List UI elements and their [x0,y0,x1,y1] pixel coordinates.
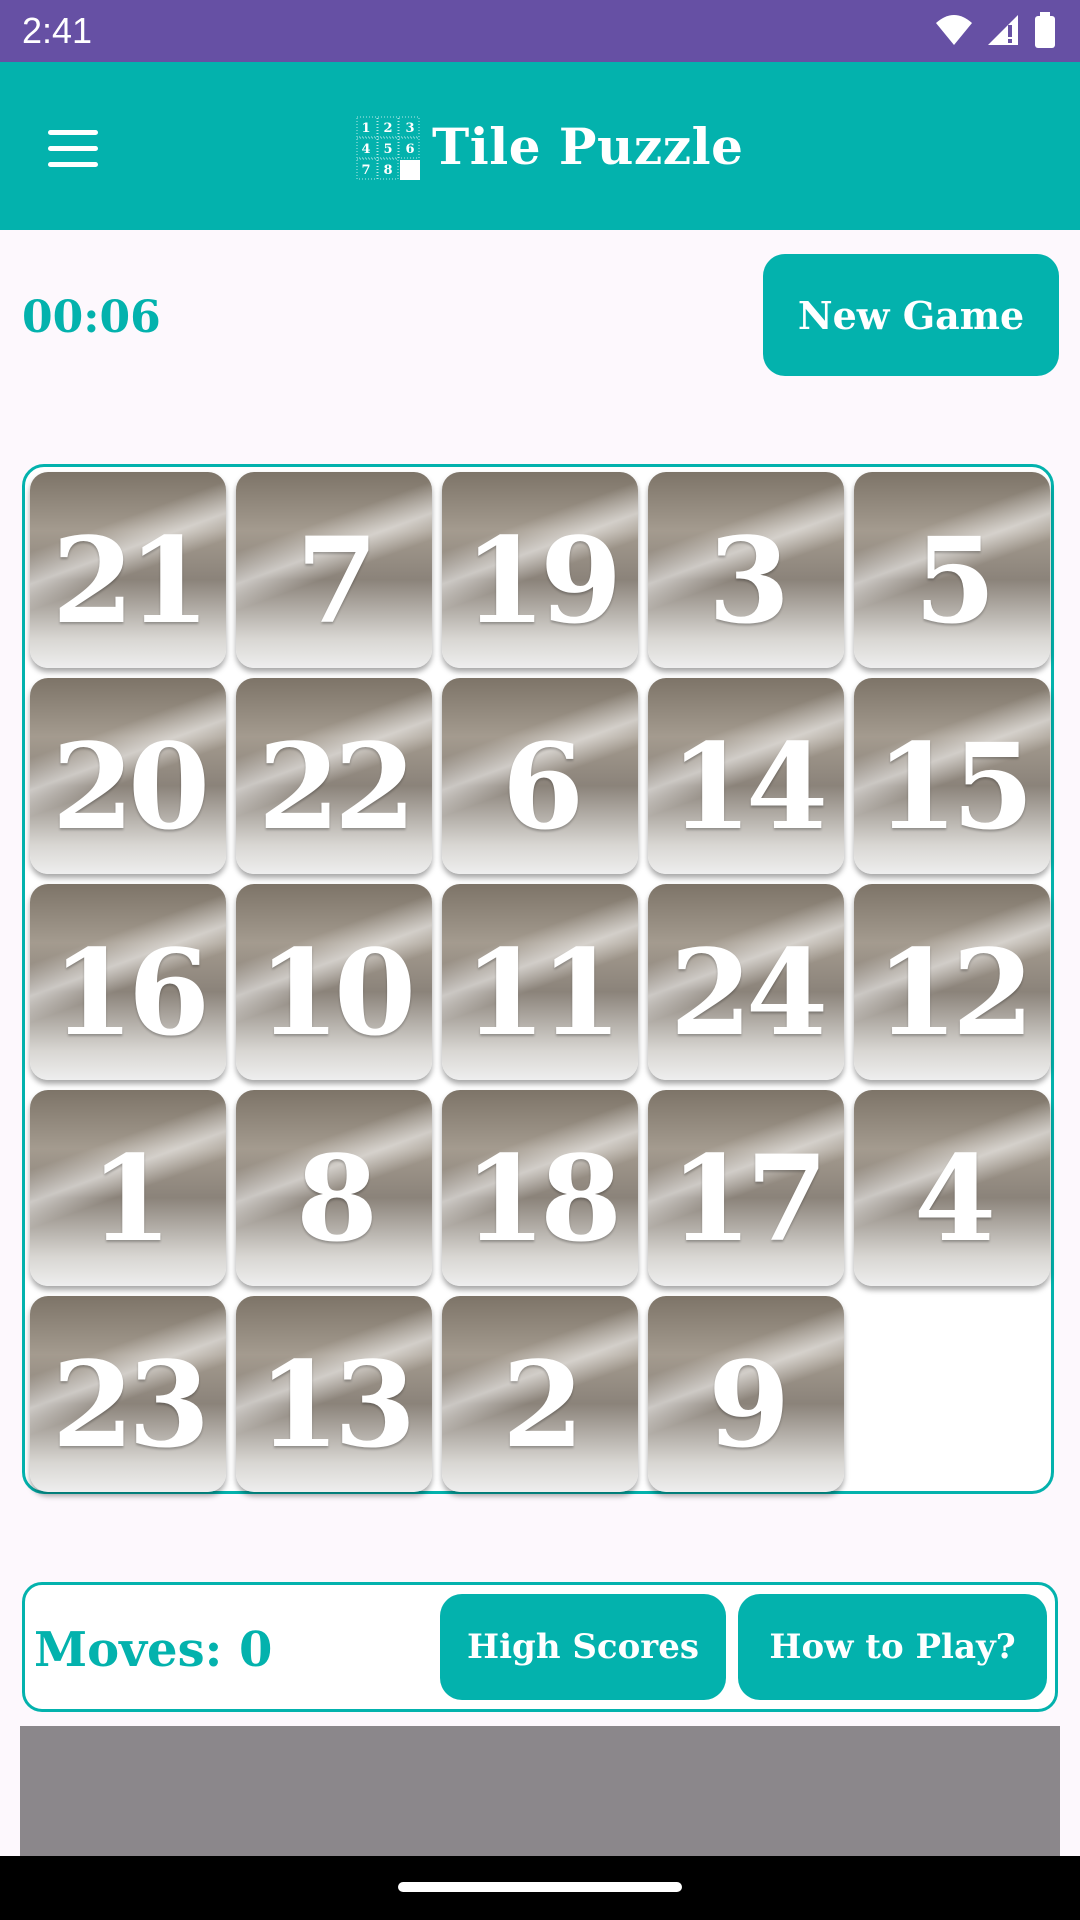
wifi-icon [936,15,972,45]
menu-icon-line [48,161,98,167]
app-title: Tile Puzzle [432,117,744,176]
menu-icon-line [48,129,98,135]
puzzle-tile[interactable]: 18 [442,1090,638,1286]
tile-number: 5 [913,511,996,650]
tile-number: 12 [875,923,1034,1062]
signal-icon [988,15,1018,45]
tile-number: 22 [257,717,416,856]
puzzle-tile[interactable]: 23 [30,1296,226,1492]
menu-button[interactable] [36,118,110,178]
puzzle-tile[interactable]: 15 [854,678,1050,874]
ad-banner-area [20,1726,1060,1856]
tile-number: 3 [707,511,790,650]
tile-number: 7 [295,511,378,650]
puzzle-board: 21 7 19 3 5 20 22 6 14 15 16 10 11 24 12 1 8 18 17 4 23 13 2 9 [22,464,1054,1494]
how-to-play-button[interactable]: How to Play? [738,1594,1047,1700]
puzzle-tile[interactable]: 9 [648,1296,844,1492]
puzzle-tile[interactable]: 2 [442,1296,638,1492]
logo-digit: 2 [383,121,392,136]
puzzle-tile[interactable]: 11 [442,884,638,1080]
logo-digit: 7 [361,163,370,178]
puzzle-tile[interactable]: 19 [442,472,638,668]
tile-number: 8 [295,1129,378,1268]
high-scores-button[interactable]: High Scores [440,1594,726,1700]
puzzle-tile[interactable]: 3 [648,472,844,668]
new-game-button[interactable]: New Game [763,254,1059,376]
puzzle-tile[interactable]: 14 [648,678,844,874]
tile-number: 2 [501,1335,584,1474]
tile-number: 14 [669,717,828,856]
puzzle-tile[interactable]: 17 [648,1090,844,1286]
puzzle-tile[interactable]: 13 [236,1296,432,1492]
logo-digit: 1 [361,121,370,136]
tile-number: 1 [89,1129,172,1268]
tile-number: 9 [707,1335,790,1474]
status-time: 2:41 [22,10,93,51]
tile-number: 16 [51,923,210,1062]
tile-number: 13 [257,1335,416,1474]
menu-icon-line [48,145,98,151]
tile-number: 11 [463,923,622,1062]
tile-number: 15 [875,717,1034,856]
puzzle-tile[interactable]: 1 [30,1090,226,1286]
tile-number: 4 [913,1129,996,1268]
tile-number: 23 [51,1335,210,1474]
tile-number: 17 [669,1129,828,1268]
tile-number: 21 [51,511,210,650]
logo-digit: 4 [361,142,370,157]
puzzle-tile[interactable]: 21 [30,472,226,668]
puzzle-tile[interactable]: 20 [30,678,226,874]
logo-digit: 3 [405,121,414,136]
status-icons [934,12,1056,48]
tile-number: 10 [257,923,416,1062]
logo-digit: 6 [405,142,414,157]
tile-number: 24 [669,923,828,1062]
tile-number: 19 [463,511,622,650]
tile-number: 6 [501,717,584,856]
puzzle-tile[interactable]: 16 [30,884,226,1080]
puzzle-tile[interactable]: 8 [236,1090,432,1286]
puzzle-tile[interactable]: 24 [648,884,844,1080]
tile-number: 18 [463,1129,622,1268]
logo-digit: 8 [383,163,392,178]
game-timer: 00:06 [22,292,161,343]
puzzle-tile[interactable]: 5 [854,472,1050,668]
tile-number: 20 [51,717,210,856]
home-gesture-handle[interactable] [398,1882,682,1892]
moves-counter: Moves: 0 [34,1622,273,1678]
battery-icon [1035,12,1055,48]
puzzle-tile[interactable]: 12 [854,884,1050,1080]
puzzle-tile[interactable]: 22 [236,678,432,874]
puzzle-tile[interactable]: 10 [236,884,432,1080]
puzzle-tile[interactable]: 4 [854,1090,1050,1286]
status-bar [0,0,1080,62]
puzzle-tile[interactable]: 6 [442,678,638,874]
puzzle-tile[interactable]: 7 [236,472,432,668]
logo-digit: 5 [383,142,392,157]
tile-puzzle-logo-icon: 1 2 3 4 5 6 7 8 [356,116,420,180]
